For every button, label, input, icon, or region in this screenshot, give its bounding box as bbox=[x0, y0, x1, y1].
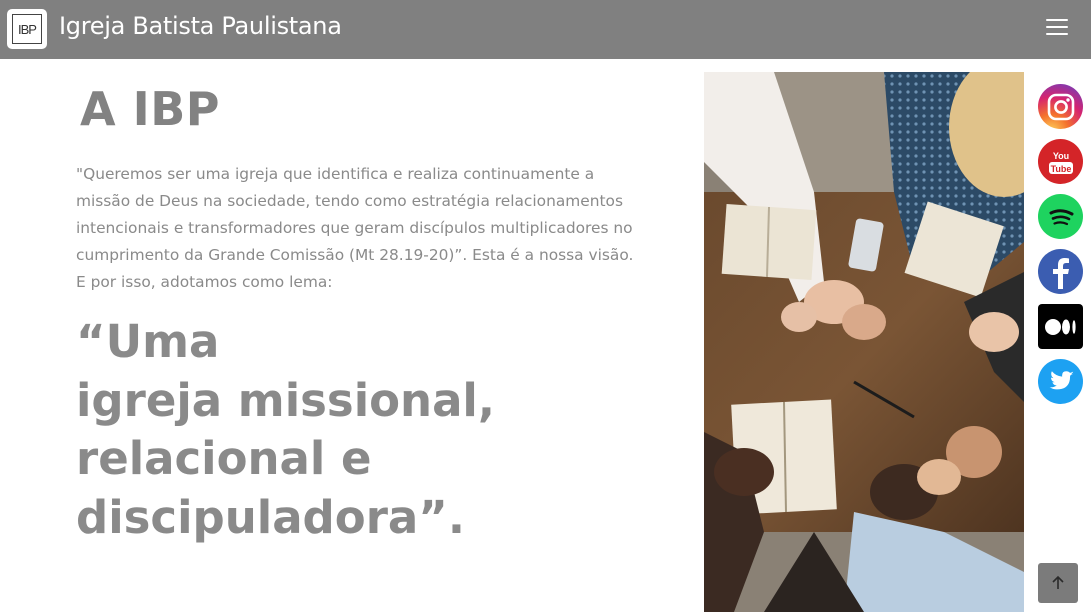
spotify-icon[interactable] bbox=[1038, 194, 1083, 239]
twitter-icon[interactable] bbox=[1038, 359, 1083, 404]
motto-line: “Uma bbox=[76, 315, 220, 368]
site-logo[interactable]: IBP bbox=[7, 9, 47, 49]
menu-bar bbox=[1046, 26, 1068, 28]
hamburger-menu-icon[interactable] bbox=[1046, 19, 1068, 37]
arrow-up-icon bbox=[1052, 575, 1064, 589]
back-to-top-button[interactable] bbox=[1038, 563, 1078, 603]
instagram-icon[interactable] bbox=[1038, 84, 1083, 129]
motto-quote: “Uma igreja missional, relacional e disc… bbox=[76, 313, 636, 547]
page-heading: A IBP bbox=[80, 82, 221, 136]
site-title[interactable]: Igreja Batista Paulistana bbox=[59, 12, 342, 40]
motto-line: relacional e bbox=[76, 432, 372, 485]
menu-bar bbox=[1046, 19, 1068, 21]
logo-text: IBP bbox=[18, 21, 37, 37]
vision-paragraph: "Queremos ser uma igreja que identifica … bbox=[76, 165, 634, 291]
svg-text:Tube: Tube bbox=[1050, 164, 1071, 174]
svg-text:You: You bbox=[1052, 151, 1068, 161]
motto-line: igreja missional, bbox=[76, 373, 495, 427]
motto-line: discipuladora”. bbox=[76, 490, 465, 544]
medium-icon[interactable] bbox=[1038, 304, 1083, 349]
facebook-icon[interactable] bbox=[1038, 249, 1083, 294]
menu-bar bbox=[1046, 33, 1068, 35]
praying-hands-photo bbox=[704, 72, 1024, 612]
top-navbar: IBP Igreja Batista Paulistana bbox=[0, 0, 1091, 59]
youtube-icon[interactable]: You Tube bbox=[1038, 139, 1083, 184]
logo-box: IBP bbox=[12, 14, 42, 44]
